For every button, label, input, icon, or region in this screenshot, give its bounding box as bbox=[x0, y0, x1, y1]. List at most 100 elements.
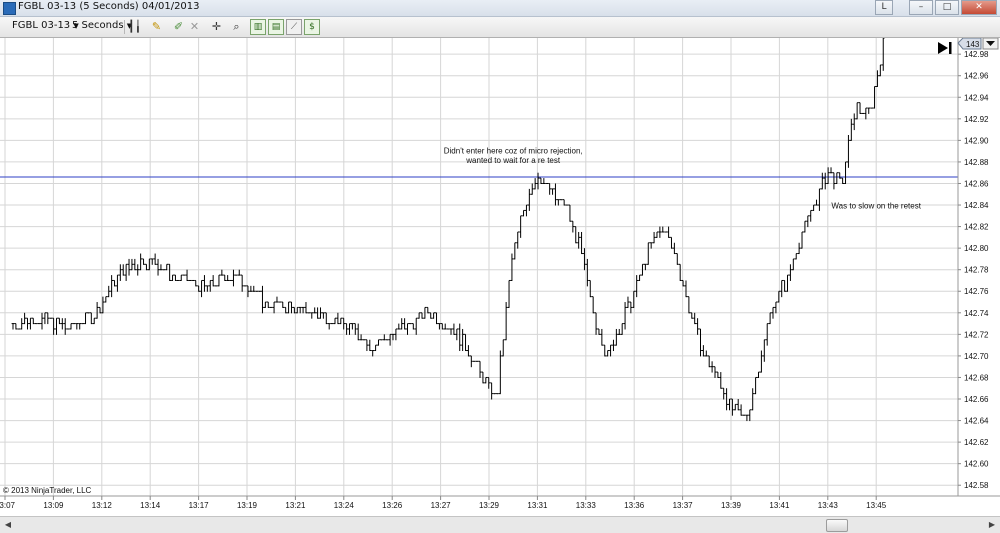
scroll-left-icon[interactable]: ◀ bbox=[2, 519, 14, 530]
ohlc-bar bbox=[275, 296, 279, 303]
ohlc-bar bbox=[330, 323, 334, 325]
ohlc-bar bbox=[530, 183, 534, 195]
play-forward-icon[interactable] bbox=[938, 42, 952, 54]
ohlc-bar bbox=[72, 323, 76, 325]
ohlc-bar bbox=[551, 188, 554, 195]
ohlc-bar bbox=[124, 263, 128, 281]
strategies-icon[interactable]: ⟋ bbox=[286, 19, 302, 35]
crosshair-icon[interactable]: ✛ bbox=[210, 20, 223, 33]
zoom-icon[interactable]: ⌕ bbox=[230, 20, 243, 33]
draw-tool-icon[interactable]: ✐ bbox=[172, 20, 185, 33]
ohlc-bar bbox=[707, 355, 711, 368]
ohlc-bar bbox=[667, 226, 670, 238]
y-tick-label: 142.88 bbox=[964, 158, 989, 167]
ohlc-bar bbox=[629, 301, 633, 314]
ohlc-bar bbox=[635, 275, 639, 298]
ohlc-bar bbox=[46, 312, 50, 325]
indicators-icon[interactable]: ▤ bbox=[268, 19, 284, 35]
scroll-right-icon[interactable]: ▶ bbox=[986, 519, 998, 530]
link-button[interactable]: L bbox=[875, 0, 893, 15]
x-tick-label: 13:31 bbox=[527, 501, 548, 510]
ohlc-bar bbox=[409, 323, 412, 325]
scrollbar-thumb[interactable] bbox=[826, 519, 848, 532]
x-tick-label: 13:17 bbox=[189, 501, 210, 510]
ohlc-bar bbox=[243, 285, 247, 287]
chart-menu-button[interactable] bbox=[982, 38, 999, 50]
ohlc-bar bbox=[678, 263, 682, 281]
ohlc-bar bbox=[559, 199, 563, 201]
ohlc-bar bbox=[620, 323, 624, 335]
pencil-icon[interactable]: ✎ bbox=[150, 20, 163, 33]
ohlc-bar bbox=[287, 301, 290, 314]
ohlc-bar bbox=[696, 318, 699, 335]
ohlc-bar bbox=[429, 312, 433, 319]
ohlc-bar bbox=[852, 113, 856, 131]
ohlc-bar bbox=[156, 258, 160, 276]
bar-type-icon[interactable]: ┃╽ bbox=[128, 20, 141, 33]
ohlc-bar bbox=[176, 279, 180, 281]
ohlc-bar bbox=[365, 339, 369, 352]
horizontal-scrollbar[interactable]: ◀ ▶ bbox=[0, 516, 1000, 533]
ohlc-bar bbox=[464, 333, 467, 352]
ohlc-bar bbox=[800, 231, 804, 249]
remove-drawings-icon[interactable]: ✕ bbox=[188, 20, 201, 33]
current-price-tag: 143 bbox=[957, 38, 982, 50]
ohlc-bar bbox=[78, 323, 82, 330]
ohlc-bar bbox=[809, 209, 813, 222]
ohlc-bar bbox=[17, 328, 21, 330]
ohlc-bar bbox=[493, 393, 496, 395]
dollar-icon[interactable]: $ bbox=[304, 19, 320, 35]
ohlc-bar bbox=[200, 279, 203, 298]
y-tick-label: 142.78 bbox=[964, 266, 989, 275]
ohlc-bar bbox=[826, 167, 830, 184]
ohlc-bar bbox=[263, 301, 267, 308]
ohlc-bar bbox=[304, 302, 308, 314]
ohlc-bar bbox=[577, 231, 581, 249]
y-tick-label: 142.58 bbox=[964, 481, 989, 490]
ohlc-bar bbox=[806, 215, 810, 228]
ohlc-bar bbox=[240, 274, 244, 292]
ohlc-bar bbox=[40, 312, 44, 330]
minimize-button[interactable]: – bbox=[909, 0, 933, 15]
window-titlebar: FGBL 03-13 (5 Seconds) 04/01/2013 L – □ … bbox=[0, 0, 1000, 17]
ohlc-bar bbox=[113, 279, 116, 287]
ohlc-bar bbox=[336, 312, 340, 325]
ohlc-bar bbox=[66, 328, 70, 330]
instrument-selector[interactable]: FGBL 03-13 ▼ bbox=[12, 20, 79, 31]
maximize-button[interactable]: □ bbox=[935, 0, 959, 15]
ohlc-bar bbox=[237, 269, 241, 276]
y-tick-label: 142.96 bbox=[964, 72, 989, 81]
ohlc-bar bbox=[388, 333, 392, 346]
chart-properties-icon[interactable]: ▥ bbox=[250, 19, 266, 35]
instrument-label: FGBL 03-13 bbox=[12, 20, 71, 31]
ohlc-bar bbox=[617, 328, 621, 335]
ohlc-bar bbox=[353, 323, 357, 335]
ohlc-bar bbox=[580, 231, 583, 255]
ohlc-bar bbox=[762, 339, 766, 362]
ohlc-bar bbox=[359, 334, 363, 341]
y-tick-label: 142.64 bbox=[964, 417, 989, 426]
ohlc-bar bbox=[588, 279, 592, 298]
ohlc-bar bbox=[188, 279, 192, 281]
ohlc-bar bbox=[736, 399, 740, 411]
price-axis[interactable]: 142.98 142.96 142.94 142.92 142.90 142.88 142.… bbox=[957, 38, 989, 496]
ohlc-bar bbox=[179, 274, 183, 281]
ohlc-bar bbox=[632, 290, 636, 308]
window-title: FGBL 03-13 (5 Seconds) 04/01/2013 bbox=[18, 1, 200, 12]
ohlc-bar bbox=[208, 279, 212, 292]
ohlc-bar bbox=[652, 231, 656, 244]
time-axis[interactable]: 13:07 13:09 13:12 13:14 13:17 13:19 13:21 13:24… bbox=[0, 495, 1000, 510]
ohlc-bar bbox=[414, 317, 418, 335]
price-chart[interactable]: Didn't enter here coz of micro rejection… bbox=[0, 38, 1000, 532]
ohlc-bar bbox=[159, 264, 163, 271]
ohlc-bar bbox=[223, 274, 227, 281]
ohlc-bar bbox=[130, 258, 134, 271]
ohlc-bar bbox=[255, 290, 259, 292]
x-tick-label: 13:37 bbox=[673, 501, 694, 510]
close-button[interactable]: ✕ bbox=[961, 0, 997, 15]
chart-toolbar: FGBL 03-13 ▼ 5 Seconds ▼ ┃╽ ✎ ✐ ✕ ✛ ⌕ ▥ … bbox=[0, 17, 1000, 38]
ohlc-bar bbox=[26, 317, 29, 330]
ohlc-bar bbox=[324, 312, 328, 325]
ohlc-bar bbox=[742, 414, 746, 416]
ohlc-bar bbox=[522, 209, 525, 217]
